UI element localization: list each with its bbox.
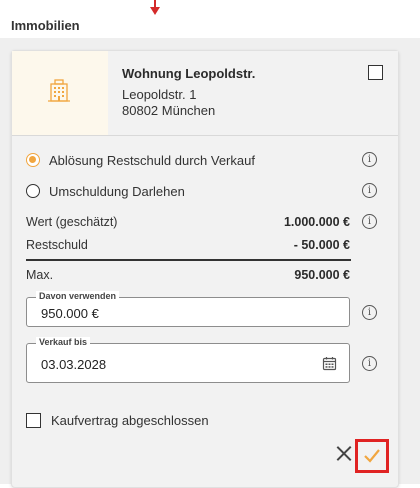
max-value: 950.000 € [294,268,350,282]
davon-verwenden-field[interactable]: Davon verwenden 950.000 € [26,291,350,327]
max-label: Max. [26,268,54,282]
cancel-button[interactable] [334,443,354,463]
option-umschuldung[interactable]: Umschuldung Darlehen [26,182,185,200]
verkauf-bis-label: Verkauf bis [36,337,91,347]
annotation-arrow [150,0,160,15]
davon-verwenden-label: Davon verwenden [36,291,120,301]
building-icon [48,79,70,102]
info-icon[interactable]: i [362,183,377,198]
wert-value: 1.000.000 € [283,215,350,229]
abloesung-radio[interactable] [26,153,40,167]
kaufvertrag-label: Kaufvertrag abgeschlossen [51,413,209,428]
confirm-button[interactable] [355,439,389,473]
info-icon[interactable]: i [362,356,377,371]
kaufvertrag-checkbox[interactable] [26,413,41,428]
verkauf-bis-value[interactable]: 03.03.2028 [41,357,106,372]
verkauf-bis-field[interactable]: Verkauf bis 03.03.2028 [26,337,350,383]
property-city: 80802 München [122,103,216,118]
info-icon[interactable]: i [362,214,377,229]
restschuld-label: Restschuld [26,238,88,252]
info-icon[interactable]: i [362,152,377,167]
wert-label: Wert (geschätzt) [26,215,118,229]
property-panel: Wohnung Leopoldstr. Leopoldstr. 1 80802 … [0,38,420,488]
property-card: Wohnung Leopoldstr. Leopoldstr. 1 80802 … [11,50,399,488]
umschuldung-label: Umschuldung Darlehen [49,183,185,199]
property-thumbnail [12,51,108,135]
davon-verwenden-value[interactable]: 950.000 € [41,306,99,321]
calendar-icon[interactable] [322,356,337,371]
umschuldung-radio[interactable] [26,184,40,198]
property-street: Leopoldstr. 1 [122,87,197,102]
sum-divider [26,259,351,261]
property-select-checkbox[interactable] [368,65,383,80]
checkmark-icon [364,449,380,463]
info-icon[interactable]: i [362,305,377,320]
kaufvertrag-row[interactable]: Kaufvertrag abgeschlossen [26,413,209,428]
option-abloesung[interactable]: Ablösung Restschuld durch Verkauf [26,151,255,169]
section-title: Immobilien [11,18,80,33]
property-header: Wohnung Leopoldstr. Leopoldstr. 1 80802 … [12,51,398,136]
abloesung-label: Ablösung Restschuld durch Verkauf [49,152,255,168]
property-name: Wohnung Leopoldstr. [122,66,256,81]
restschuld-value: - 50.000 € [293,238,350,252]
